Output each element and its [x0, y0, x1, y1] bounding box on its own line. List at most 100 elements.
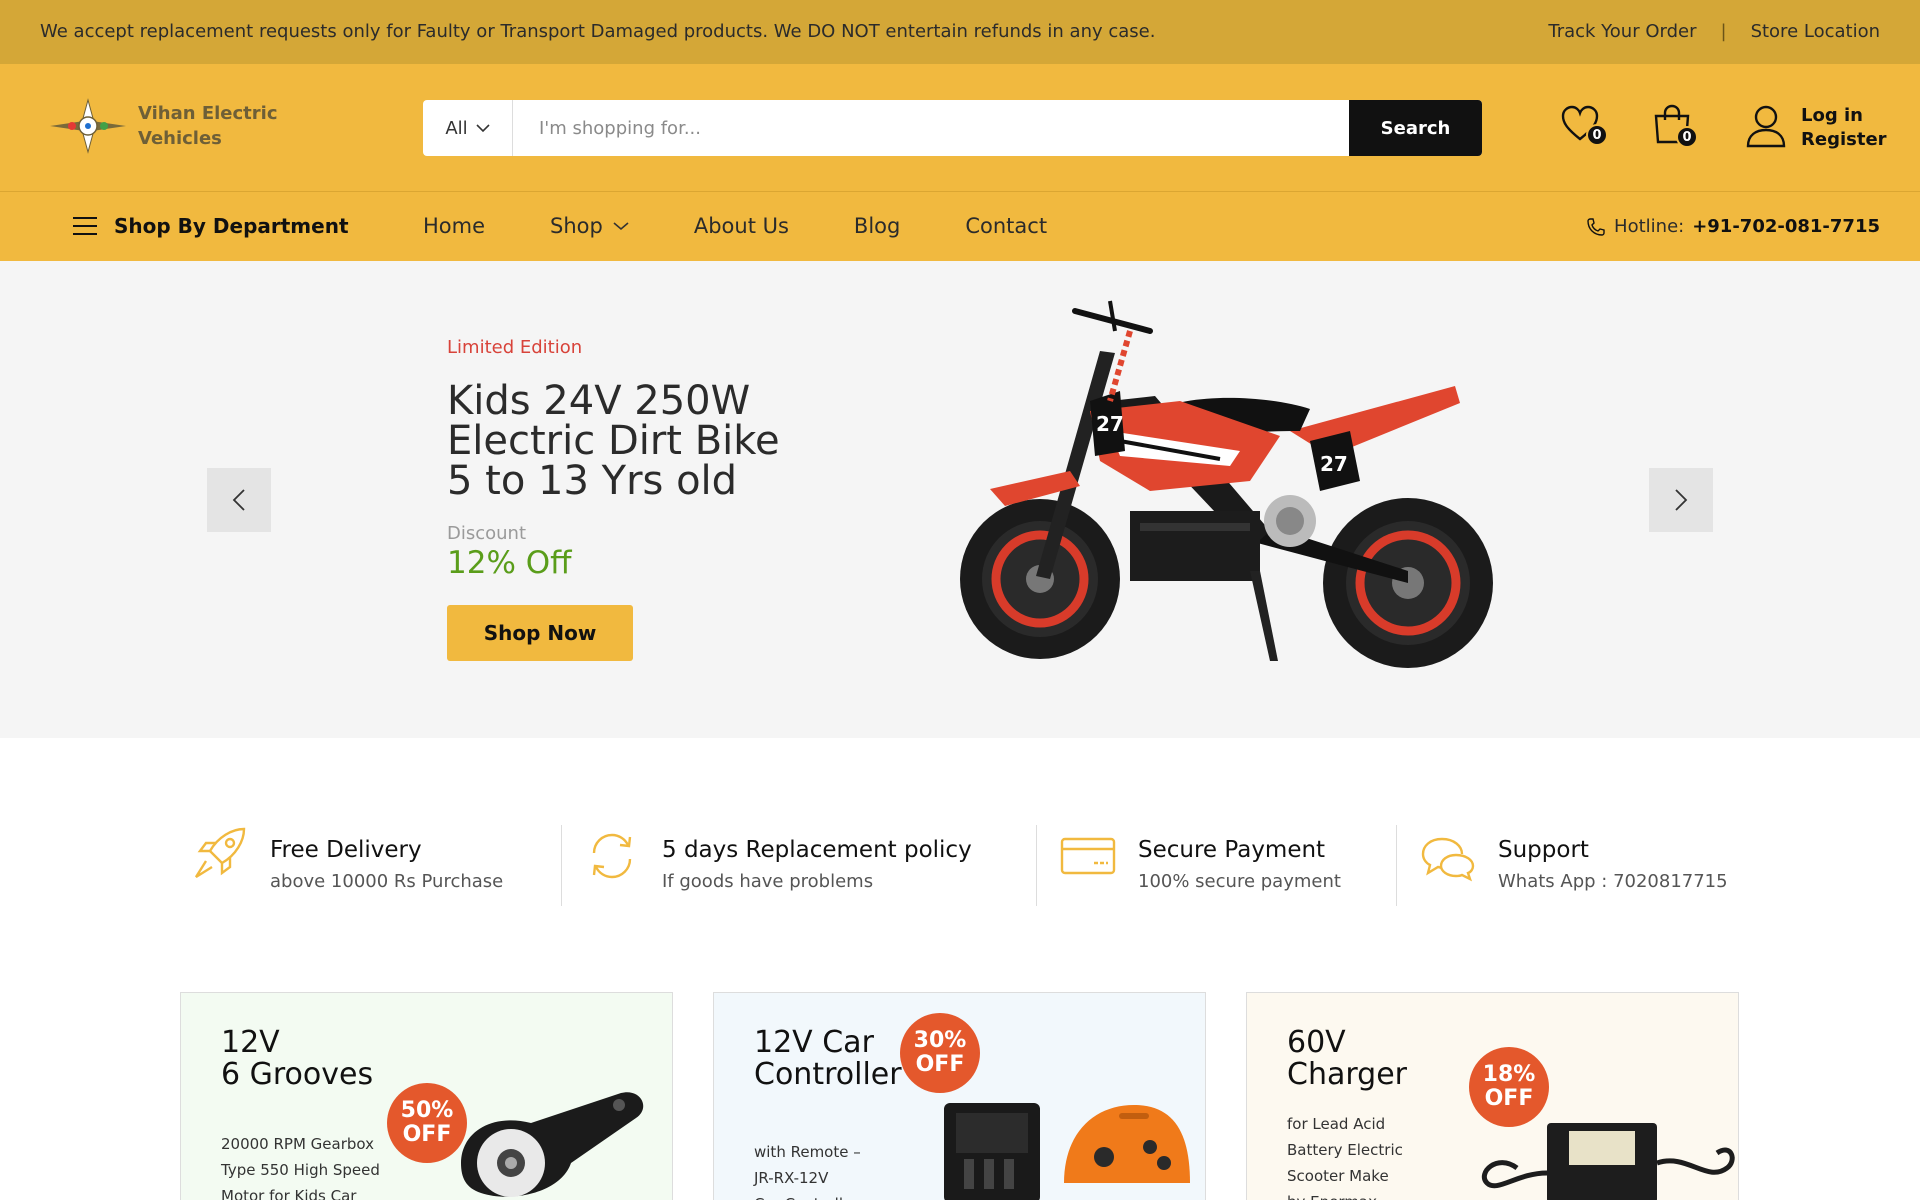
- chevron-down-icon: [476, 124, 490, 133]
- nav-item-blog[interactable]: Blog: [854, 214, 900, 238]
- logo-text: Vihan Electric Vehicles: [138, 101, 278, 151]
- promo-desc: for Lead Acid Battery Electric Scooter M…: [1287, 1111, 1403, 1200]
- cart-count-badge: 0: [1676, 126, 1698, 148]
- discount-badge-off: OFF: [402, 1122, 452, 1147]
- nav-menu: Home Shop About Us Blog Contact: [423, 214, 1047, 238]
- gearbox-image: [461, 1092, 644, 1197]
- shop-by-department-button[interactable]: Shop By Department: [72, 214, 349, 238]
- login-link[interactable]: Log in: [1801, 104, 1887, 128]
- hero-subtitle: Limited Edition: [447, 337, 583, 358]
- feature-desc: If goods have problems: [662, 871, 874, 892]
- chevron-right-icon: [1675, 489, 1688, 511]
- feature-divider: [1396, 825, 1397, 906]
- discount-badge-off: OFF: [915, 1052, 965, 1077]
- shop-now-button[interactable]: Shop Now: [447, 605, 633, 661]
- hotline-label: Hotline:: [1614, 216, 1685, 237]
- store-location-link[interactable]: Store Location: [1751, 21, 1880, 42]
- nav-item-shop[interactable]: Shop: [550, 214, 629, 238]
- promo-desc-line-2: JR-RX-12V: [754, 1169, 829, 1187]
- discount-badge: 30% OFF: [900, 1013, 980, 1093]
- refresh-icon: [592, 833, 632, 879]
- track-order-link[interactable]: Track Your Order: [1548, 21, 1696, 42]
- feature-secure-payment: Secure Payment 100% secure payment: [1060, 825, 1341, 892]
- promo-title-line-1: 12V: [221, 1025, 280, 1060]
- promo-title-line-2: Controller: [754, 1057, 902, 1092]
- hero-slider: Limited Edition Kids 24V 250W Electric D…: [0, 261, 1920, 738]
- top-bar: We accept replacement requests only for …: [0, 0, 1920, 64]
- search-category-value: All: [445, 117, 468, 139]
- promo-card-gearbox[interactable]: 12V 6 Grooves 20000 RPM Gearbox Type 550…: [180, 992, 673, 1200]
- site-header: Vihan Electric Vehicles All Search 0 0 L…: [0, 64, 1920, 192]
- nav-item-contact[interactable]: Contact: [965, 214, 1047, 238]
- chevron-down-icon: [613, 222, 629, 231]
- feature-text: Support Whats App : 7020817715: [1498, 825, 1728, 892]
- feature-divider: [1036, 825, 1037, 906]
- feature-free-delivery: Free Delivery above 10000 Rs Purchase: [192, 825, 503, 892]
- register-link[interactable]: Register: [1801, 128, 1887, 152]
- feature-text: Secure Payment 100% secure payment: [1138, 825, 1341, 892]
- feature-text: Free Delivery above 10000 Rs Purchase: [270, 825, 503, 892]
- promo-card-controller[interactable]: 12V Car Controller with Remote – JR-RX-1…: [713, 992, 1206, 1200]
- feature-title: 5 days Replacement policy: [662, 837, 972, 863]
- promo-card-charger[interactable]: 60V Charger for Lead Acid Battery Electr…: [1246, 992, 1739, 1200]
- promo-desc-line-3: Scooter Make: [1287, 1167, 1389, 1185]
- feature-replacement: 5 days Replacement policy If goods have …: [584, 825, 972, 892]
- feature-text: 5 days Replacement policy If goods have …: [662, 825, 972, 892]
- cart-button[interactable]: 0: [1652, 104, 1698, 150]
- promo-desc-line-3: Motor for Kids Car: [221, 1187, 357, 1200]
- top-links: Track Your Order | Store Location: [1548, 21, 1880, 42]
- user-icon: [1746, 105, 1786, 148]
- account-menu[interactable]: Log in Register: [1745, 104, 1887, 152]
- front-number-plate: 27: [1096, 412, 1124, 436]
- logo[interactable]: Vihan Electric Vehicles: [48, 98, 278, 154]
- nav-item-home[interactable]: Home: [423, 214, 485, 238]
- search-input[interactable]: [513, 100, 1349, 156]
- nav-item-shop-label: Shop: [550, 214, 603, 238]
- wishlist-button[interactable]: 0: [1560, 104, 1608, 148]
- hero-title-line-1: Kids 24V 250W: [447, 378, 751, 424]
- discount-badge-percent: 50%: [400, 1098, 454, 1123]
- hotline: Hotline: +91-702-081-7715: [1586, 216, 1880, 237]
- dirt-bike-image: 27 27: [960, 300, 1493, 668]
- promo-title-line-1: 12V Car: [754, 1025, 874, 1060]
- slider-prev-button[interactable]: [207, 468, 271, 532]
- nav-item-about-us[interactable]: About Us: [694, 214, 789, 238]
- policy-notice: We accept replacement requests only for …: [40, 21, 1156, 42]
- promo-title: 60V Charger: [1287, 1027, 1407, 1091]
- chat-icon: [1421, 837, 1475, 882]
- promo-desc-line-2: Type 550 High Speed: [221, 1161, 380, 1179]
- hero-title-line-3: 5 to 13 Yrs old: [447, 458, 738, 504]
- charger-image: [1481, 1123, 1735, 1200]
- promo-title-line-1: 60V: [1287, 1025, 1346, 1060]
- phone-icon: [1587, 217, 1605, 236]
- promo-title: 12V 6 Grooves: [221, 1027, 373, 1091]
- discount-badge-percent: 30%: [913, 1028, 967, 1053]
- promo-desc: 20000 RPM Gearbox Type 550 High Speed Mo…: [221, 1131, 380, 1200]
- hero-discount-value: 12% Off: [447, 545, 572, 581]
- search-bar: All Search: [423, 100, 1482, 156]
- logo-compass-icon: [50, 98, 126, 154]
- hero-discount-label: Discount: [447, 523, 527, 544]
- slider-next-button[interactable]: [1649, 468, 1713, 532]
- hero-title-line-2: Electric Dirt Bike: [447, 418, 780, 464]
- feature-title: Secure Payment: [1138, 837, 1326, 863]
- promo-desc-line-3: Car Controller: [754, 1191, 861, 1200]
- search-button[interactable]: Search: [1349, 100, 1482, 156]
- search-category-select[interactable]: All: [423, 100, 513, 156]
- feature-divider: [561, 825, 562, 906]
- discount-badge-percent: 18%: [1482, 1062, 1536, 1087]
- rocket-icon: [194, 827, 246, 879]
- main-navigation: Shop By Department Home Shop About Us Bl…: [0, 192, 1920, 261]
- feature-desc: above 10000 Rs Purchase: [270, 871, 504, 892]
- top-links-separator: |: [1720, 21, 1727, 42]
- account-links: Log in Register: [1801, 104, 1887, 152]
- credit-card-icon: [1060, 837, 1116, 875]
- promo-desc: with Remote – JR-RX-12V Car Controller: [754, 1139, 861, 1200]
- hotline-number[interactable]: +91-702-081-7715: [1692, 216, 1880, 237]
- feature-title: Free Delivery: [270, 837, 422, 863]
- promo-desc-line-2: Battery Electric: [1287, 1141, 1403, 1159]
- promo-title-line-2: Charger: [1287, 1057, 1407, 1092]
- feature-support: Support Whats App : 7020817715: [1420, 825, 1728, 892]
- promo-desc-line-4: by Enermax: [1287, 1189, 1403, 1200]
- department-label: Shop By Department: [114, 214, 349, 238]
